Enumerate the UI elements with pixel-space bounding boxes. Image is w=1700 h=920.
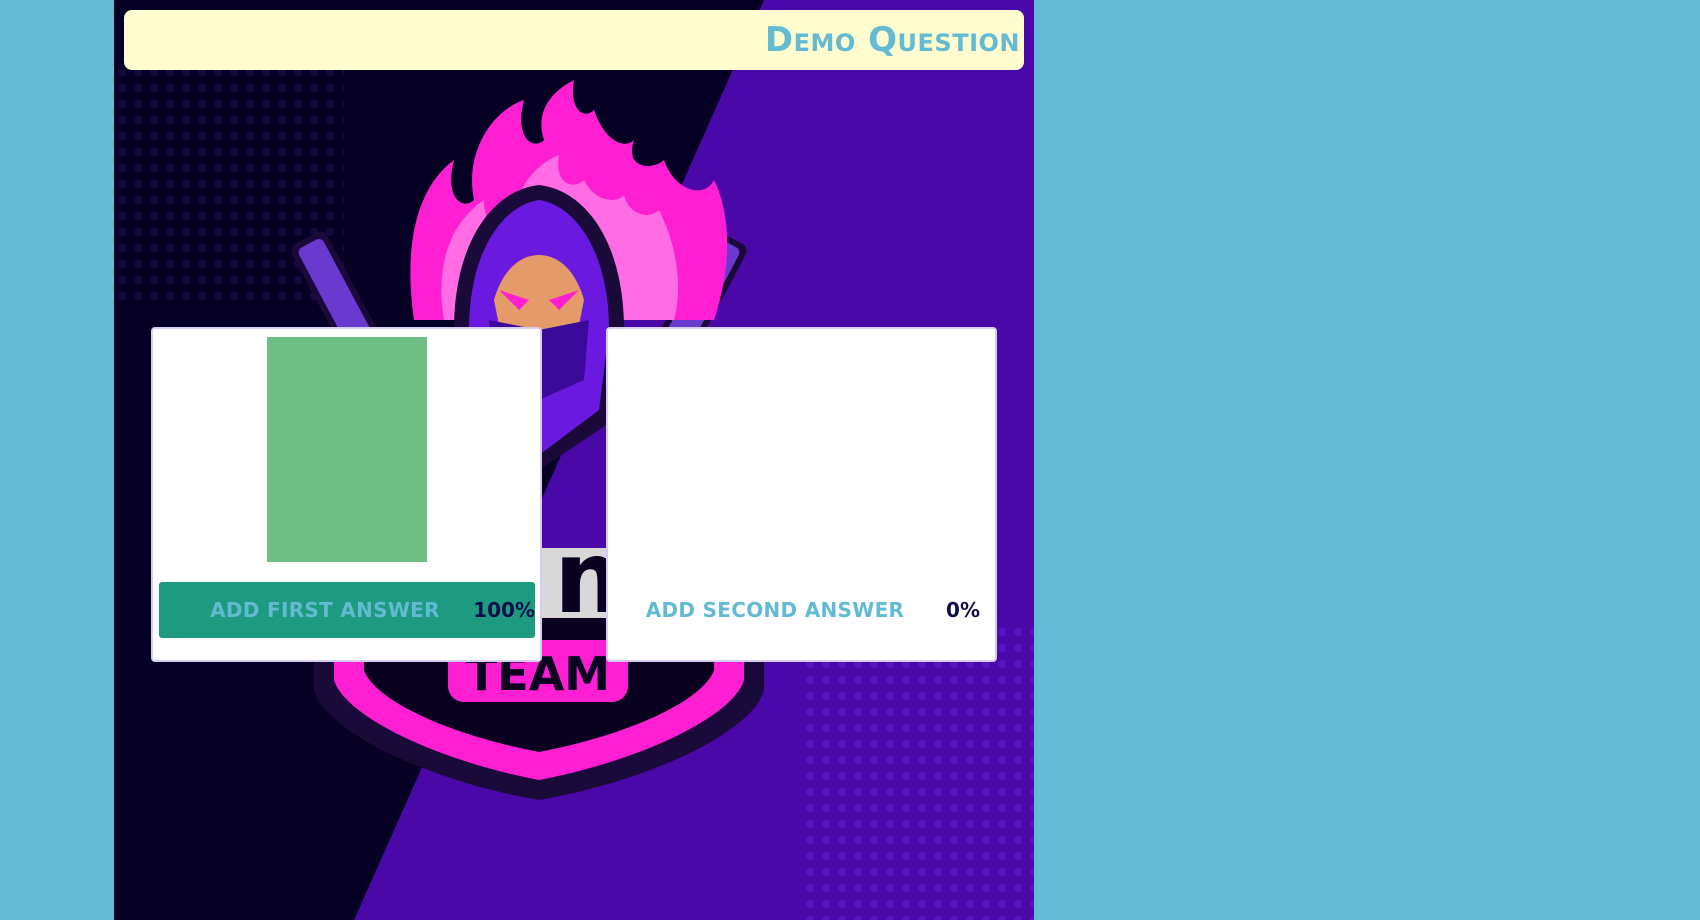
answer-card-first[interactable]: Add first answer 100%: [151, 327, 542, 662]
answer-percent: 100%: [473, 598, 535, 622]
answer-button-first[interactable]: Add first answer 100%: [159, 582, 535, 638]
question-title: Demo Question: [764, 20, 1020, 60]
vote-bar-area: [608, 329, 995, 562]
vote-bar-first: [266, 337, 427, 562]
answer-card-second[interactable]: Add second answer 0%: [606, 327, 997, 662]
answer-button-second[interactable]: Add second answer 0%: [614, 582, 990, 638]
answer-percent: 0%: [946, 598, 980, 622]
answer-label: Add first answer: [210, 598, 440, 622]
question-bar: Demo Question: [124, 10, 1024, 70]
vote-bar-area: [153, 329, 540, 562]
poll-stage: m TEAM Demo Question Add first answer 10…: [114, 0, 1034, 920]
answer-label: Add second answer: [645, 598, 905, 622]
